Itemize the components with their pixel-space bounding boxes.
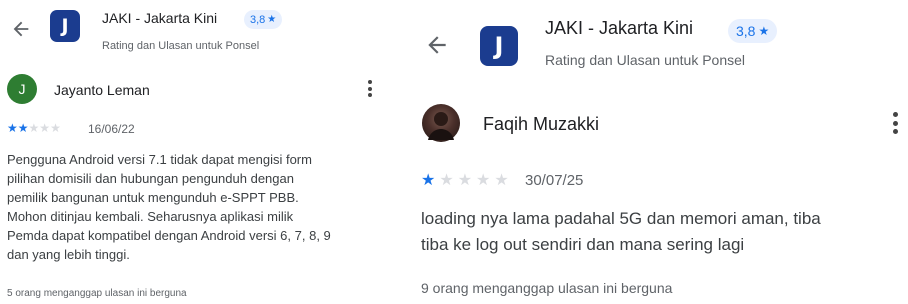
avatar [422, 104, 460, 142]
subtitle: Rating dan Ulasan untuk Ponsel [102, 40, 260, 52]
subtitle: Rating dan Ulasan untuk Ponsel [545, 52, 746, 68]
star-icon: ★ [494, 170, 513, 189]
app-name: JAKI - Jakarta Kini [102, 10, 218, 26]
rating-badge: 3,8 ★ [728, 19, 778, 43]
review-panel-left: J JAKI - Jakarta Kini 3,8 ★ Rating dan U… [0, 0, 400, 304]
star-icon: ★ [758, 24, 770, 38]
app-icon-letter: J [494, 32, 504, 60]
reviewer-name: Faqih Muzakki [483, 114, 600, 134]
helpful-count: 5 orang menganggap ulasan ini berguna [7, 288, 187, 299]
app-icon-letter: J [61, 15, 69, 37]
profile-photo-icon [428, 112, 454, 140]
star-icon: ★ [39, 121, 51, 135]
star-icon: ★ [267, 14, 277, 25]
review-line: loading nya lama padahal 5G dan memori a… [421, 209, 821, 228]
app-icon: J [50, 10, 80, 42]
reviewer-name: Jayanto Leman [54, 82, 150, 98]
app-name: JAKI - Jakarta Kini [545, 18, 694, 38]
back-arrow-icon[interactable] [422, 30, 452, 60]
review-line: pemilik bangunan untuk mengunduh e-SPPT … [7, 190, 299, 205]
star-rating: ★ ★ ★ ★ ★ [421, 170, 513, 189]
app-icon: J [480, 26, 518, 66]
review-line: Pengguna Android versi 7.1 tidak dapat m… [7, 152, 312, 167]
review-text: loading nya lama padahal 5G dan memori a… [421, 206, 906, 258]
star-icon: ★ [439, 170, 458, 189]
rating-value: 3,8 [736, 23, 756, 39]
star-icon: ★ [476, 170, 495, 189]
review-line: Mohon ditinjau kembali. Seharusnya aplik… [7, 209, 294, 224]
review-line: pilihan domisili dan hubungan pengunduh … [7, 171, 294, 186]
more-vert-icon[interactable] [892, 112, 898, 134]
star-icon: ★ [28, 121, 40, 135]
star-icon: ★ [421, 170, 440, 189]
rating-value: 3,8 [250, 13, 266, 26]
review-date: 30/07/25 [525, 172, 584, 189]
review-date: 16/06/22 [88, 122, 135, 136]
back-arrow-icon[interactable] [8, 16, 34, 42]
star-rating: ★ ★ ★ ★ ★ [7, 121, 61, 135]
review-line: Pemda dapat kompatibel dengan Android ve… [7, 228, 331, 243]
review-text: Pengguna Android versi 7.1 tidak dapat m… [7, 150, 397, 264]
star-icon: ★ [457, 170, 477, 189]
avatar: J [7, 74, 37, 104]
rating-badge: 3,8 ★ [244, 10, 283, 29]
star-icon: ★ [50, 121, 61, 135]
helpful-count: 9 orang menganggap ulasan ini berguna [421, 280, 673, 296]
more-vert-icon[interactable] [367, 80, 373, 97]
star-icon: ★ [17, 121, 29, 135]
review-line: dan yang lebih tinggi. [7, 247, 130, 262]
star-icon: ★ [7, 121, 18, 135]
review-panel-right: J JAKI - Jakarta Kini 3,8 ★ Rating dan U… [408, 0, 908, 304]
review-line: tiba ke log out sendiri dan mana sering … [421, 235, 745, 254]
avatar-initial: J [18, 81, 26, 97]
